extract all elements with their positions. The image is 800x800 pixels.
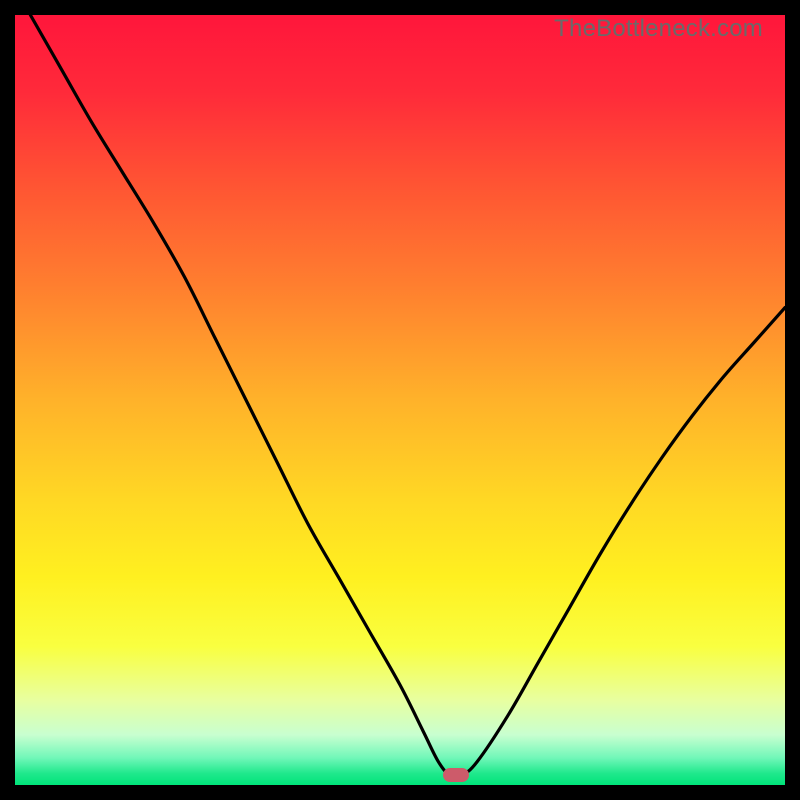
bottleneck-chart [15, 15, 785, 785]
watermark-text: TheBottleneck.com [554, 15, 763, 43]
chart-frame: TheBottleneck.com [15, 15, 785, 785]
optimal-point-marker [443, 768, 469, 782]
gradient-background [15, 15, 785, 785]
